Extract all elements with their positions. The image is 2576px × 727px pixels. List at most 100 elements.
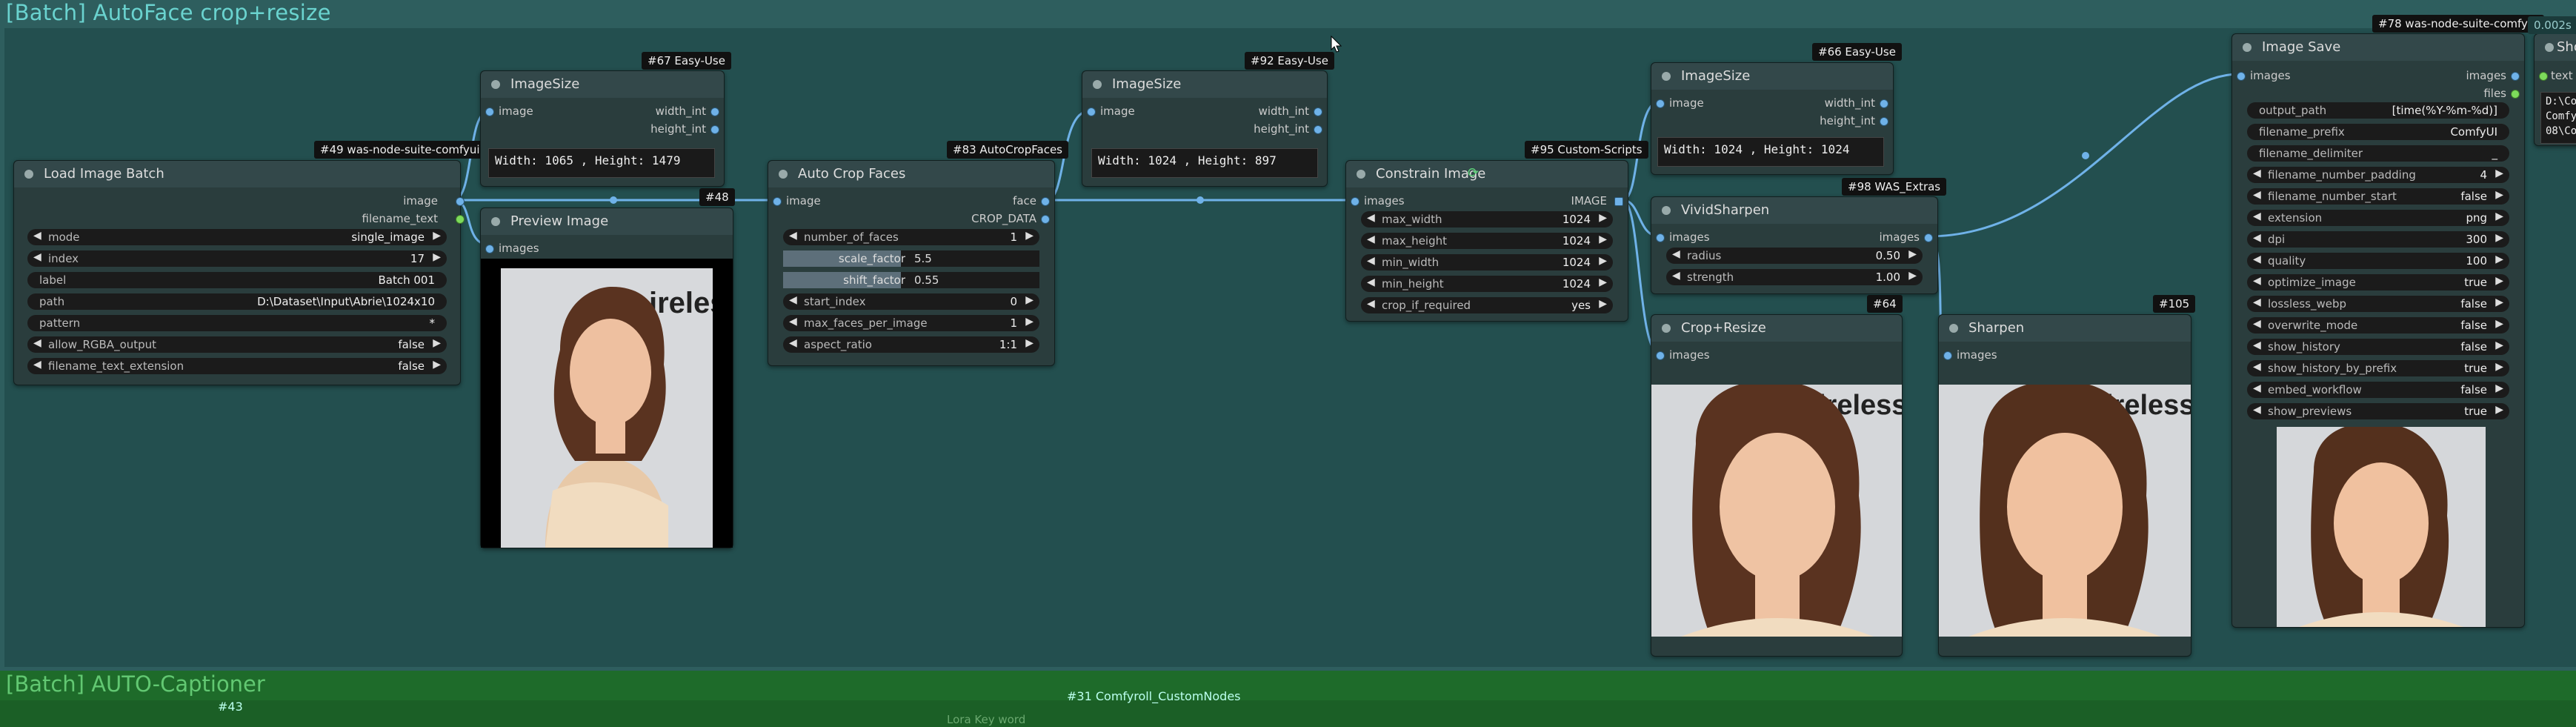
widget-max-width[interactable]: ◀ max_width 1024 ▶ [1361, 211, 1613, 228]
output-socket-image[interactable] [456, 197, 465, 206]
widget-filename-delimiter[interactable]: filename_delimiter _ [2247, 145, 2509, 162]
widget-start-index[interactable]: ◀ start_index 0 ▶ [783, 293, 1039, 310]
decrement-arrow-icon[interactable]: ◀ [2253, 361, 2261, 373]
decrement-arrow-icon[interactable]: ◀ [1367, 233, 1375, 245]
widget-crop-if-required[interactable]: ◀ crop_if_required yes ▶ [1361, 297, 1613, 313]
widget-embed-workflow[interactable]: ◀ embed_workflow false ▶ [2247, 382, 2509, 398]
output-socket-height[interactable] [710, 125, 719, 134]
increment-arrow-icon[interactable]: ▶ [433, 251, 441, 263]
widget-aspect-ratio[interactable]: ◀ aspect_ratio 1:1 ▶ [783, 336, 1039, 353]
widget-min-height[interactable]: ◀ min_height 1024 ▶ [1361, 276, 1613, 292]
output-socket-filename-text[interactable] [456, 215, 465, 224]
increment-arrow-icon[interactable]: ▶ [1599, 212, 1607, 224]
increment-arrow-icon[interactable]: ▶ [2495, 361, 2503, 373]
increment-arrow-icon[interactable]: ▶ [2495, 382, 2503, 394]
widget-filename-number-padding[interactable]: ◀ filename_number_padding 4 ▶ [2247, 167, 2509, 183]
decrement-arrow-icon[interactable]: ◀ [789, 230, 797, 242]
increment-arrow-icon[interactable]: ▶ [1025, 230, 1034, 242]
output-socket-face[interactable] [1041, 197, 1050, 206]
widget-max-height[interactable]: ◀ max_height 1024 ▶ [1361, 233, 1613, 249]
widget-show-history-by-prefix[interactable]: ◀ show_history_by_prefix true ▶ [2247, 360, 2509, 376]
decrement-arrow-icon[interactable]: ◀ [2253, 189, 2261, 201]
increment-arrow-icon[interactable]: ▶ [433, 337, 441, 349]
decrement-arrow-icon[interactable]: ◀ [789, 316, 797, 328]
input-socket-image[interactable] [485, 107, 494, 116]
increment-arrow-icon[interactable]: ▶ [1599, 233, 1607, 245]
widget-filename-number-start[interactable]: ◀ filename_number_start false ▶ [2247, 188, 2509, 205]
input-socket-image[interactable] [1656, 99, 1665, 108]
increment-arrow-icon[interactable]: ▶ [1025, 316, 1034, 328]
widget-dpi[interactable]: ◀ dpi 300 ▶ [2247, 231, 2509, 248]
decrement-arrow-icon[interactable]: ◀ [789, 337, 797, 349]
decrement-arrow-icon[interactable]: ◀ [2253, 275, 2261, 287]
collapse-dot-icon[interactable] [24, 170, 33, 179]
decrement-arrow-icon[interactable]: ◀ [33, 230, 41, 242]
image-save-preview[interactable] [2277, 427, 2486, 627]
decrement-arrow-icon[interactable]: ◀ [2253, 210, 2261, 222]
decrement-arrow-icon[interactable]: ◀ [2253, 404, 2261, 416]
increment-arrow-icon[interactable]: ▶ [1908, 270, 1917, 282]
output-socket-files[interactable] [2511, 90, 2520, 99]
increment-arrow-icon[interactable]: ▶ [433, 230, 441, 242]
increment-arrow-icon[interactable]: ▶ [1025, 294, 1034, 306]
output-socket-image-grid-icon[interactable] [1614, 197, 1623, 206]
decrement-arrow-icon[interactable]: ◀ [33, 337, 41, 349]
increment-arrow-icon[interactable]: ▶ [2495, 232, 2503, 244]
decrement-arrow-icon[interactable]: ◀ [2253, 382, 2261, 394]
crop-resize-preview[interactable]: ireless [1651, 385, 1902, 637]
widget-extension[interactable]: ◀ extension png ▶ [2247, 210, 2509, 226]
collapse-dot-icon[interactable] [491, 217, 500, 226]
collapse-dot-icon[interactable] [1357, 170, 1365, 179]
output-socket-images[interactable] [2511, 72, 2520, 81]
input-socket-images[interactable] [485, 245, 494, 253]
decrement-arrow-icon[interactable]: ◀ [1672, 270, 1680, 282]
node-show-text[interactable]: Sho text D:\Co Comfy 08\Co [2534, 33, 2576, 146]
decrement-arrow-icon[interactable]: ◀ [2253, 318, 2261, 330]
collapse-dot-icon[interactable] [2243, 43, 2251, 52]
decrement-arrow-icon[interactable]: ◀ [1367, 298, 1375, 310]
size-text-display[interactable]: Width: 1024 , Height: 897 [1091, 148, 1318, 178]
output-socket-height[interactable] [1880, 117, 1888, 126]
output-socket-width[interactable] [1880, 99, 1888, 108]
decrement-arrow-icon[interactable]: ◀ [1367, 255, 1375, 267]
decrement-arrow-icon[interactable]: ◀ [1367, 212, 1375, 224]
decrement-arrow-icon[interactable]: ◀ [2253, 232, 2261, 244]
widget-show-history[interactable]: ◀ show_history false ▶ [2247, 339, 2509, 355]
widget-label[interactable]: label Batch 001 [27, 272, 447, 288]
decrement-arrow-icon[interactable]: ◀ [2253, 339, 2261, 351]
slider-shift-factor[interactable]: shift_factor 0.55 [783, 272, 1039, 288]
collapse-dot-icon[interactable] [1662, 324, 1671, 333]
collapse-dot-icon[interactable] [1949, 324, 1958, 333]
size-text-display[interactable]: Width: 1024 , Height: 1024 [1657, 137, 1884, 167]
increment-arrow-icon[interactable]: ▶ [1599, 276, 1607, 288]
input-socket-images[interactable] [1656, 233, 1665, 242]
output-socket-images[interactable] [1924, 233, 1933, 242]
node-constrain-image[interactable]: Constrain Image ⟳ images IMAGE ◀ max_widt… [1345, 160, 1628, 322]
node-image-save[interactable]: Image Save images images files output_pa… [2231, 33, 2525, 628]
increment-arrow-icon[interactable]: ▶ [1599, 298, 1607, 310]
node-load-image-batch[interactable]: Load Image Batch image filename_text ◀ mo… [13, 160, 465, 385]
decrement-arrow-icon[interactable]: ◀ [2253, 296, 2261, 308]
widget-allow-rgba-output[interactable]: ◀ allow_RGBA_output false ▶ [27, 336, 447, 353]
widget-lossless-webp[interactable]: ◀ lossless_webp false ▶ [2247, 296, 2509, 312]
decrement-arrow-icon[interactable]: ◀ [33, 251, 41, 263]
collapse-dot-icon[interactable] [779, 170, 788, 179]
slider-scale-factor[interactable]: scale_factor 5.5 [783, 250, 1039, 267]
input-socket-image[interactable] [1087, 107, 1096, 116]
collapse-dot-icon[interactable] [1662, 206, 1671, 215]
collapse-dot-icon[interactable] [1093, 80, 1102, 89]
increment-arrow-icon[interactable]: ▶ [2495, 189, 2503, 201]
size-text-display[interactable]: Width: 1065 , Height: 1479 [488, 148, 715, 178]
decrement-arrow-icon[interactable]: ◀ [33, 359, 41, 371]
input-socket-images[interactable] [1943, 351, 1952, 360]
node-sharpen[interactable]: Sharpen images ireless [1938, 314, 2191, 657]
widget-filename-text-extension[interactable]: ◀ filename_text_extension false ▶ [27, 358, 447, 374]
widget-overwrite-mode[interactable]: ◀ overwrite_mode false ▶ [2247, 317, 2509, 333]
increment-arrow-icon[interactable]: ▶ [2495, 210, 2503, 222]
decrement-arrow-icon[interactable]: ◀ [789, 294, 797, 306]
widget-optimize-image[interactable]: ◀ optimize_image true ▶ [2247, 274, 2509, 291]
node-preview-image[interactable]: Preview Image images ireless [480, 208, 733, 548]
output-socket-width[interactable] [710, 107, 719, 116]
widget-quality[interactable]: ◀ quality 100 ▶ [2247, 253, 2509, 269]
collapse-dot-icon[interactable] [491, 80, 500, 89]
